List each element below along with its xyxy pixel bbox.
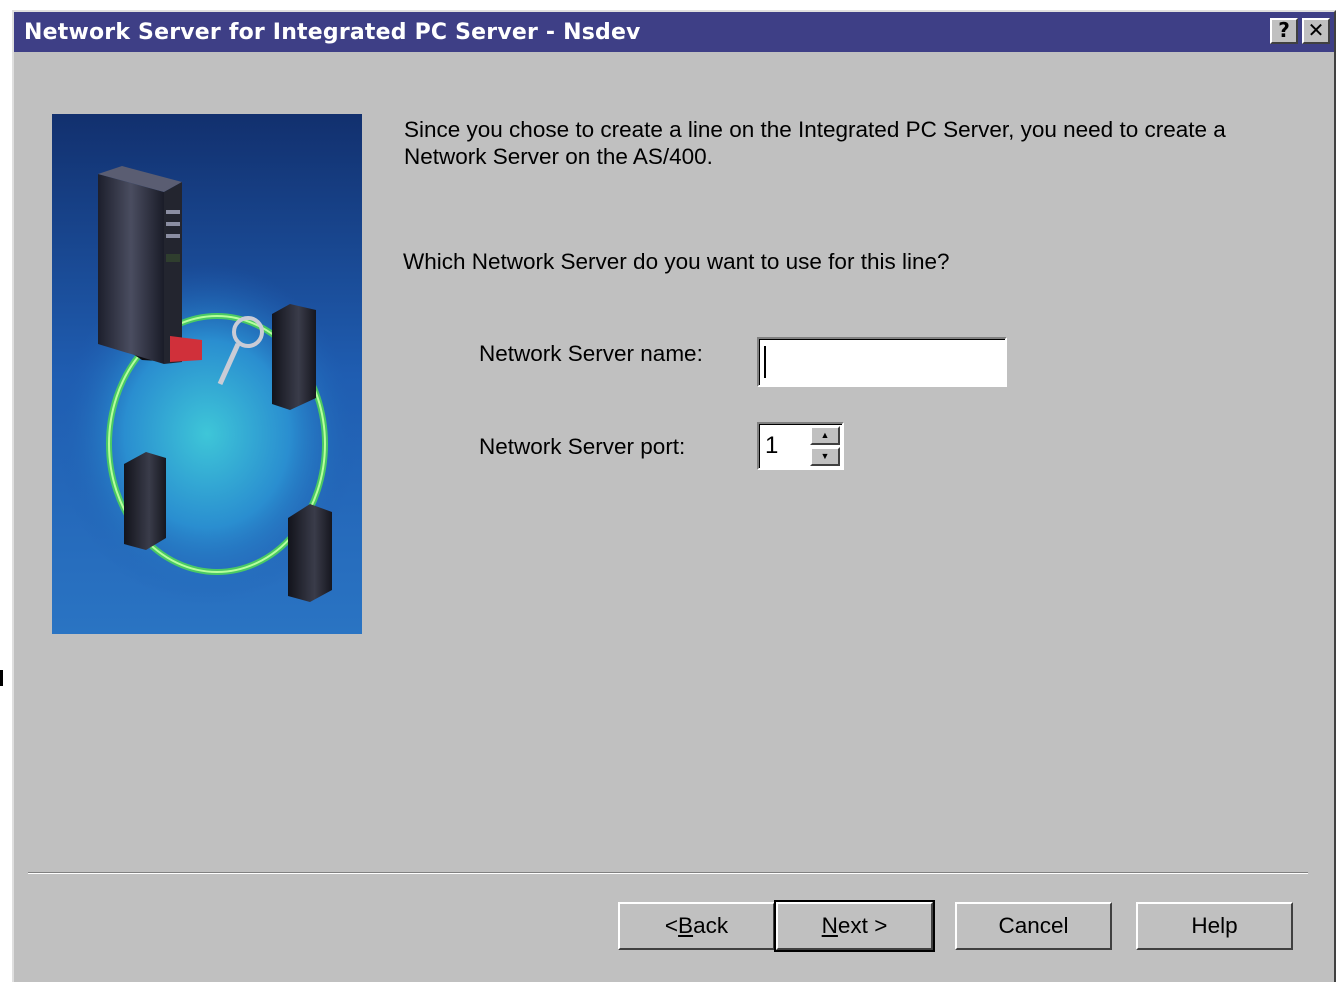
close-icon[interactable]: ✕ [1302, 18, 1330, 44]
help-question-icon[interactable]: ? [1270, 18, 1298, 44]
text-caret [764, 346, 766, 378]
intro-text: Since you chose to create a line on the … [404, 116, 1226, 170]
question-text: Which Network Server do you want to use … [403, 249, 950, 274]
spin-up-arrow-icon[interactable]: ▲ [810, 426, 840, 445]
spin-down-arrow-icon[interactable]: ▼ [810, 447, 840, 466]
next-button[interactable]: Next > [774, 900, 935, 952]
next-button-post: ext > [837, 913, 888, 938]
intro-line-2: Network Server on the AS/400. [404, 144, 713, 169]
button-separator [28, 872, 1308, 874]
network-server-port-stepper[interactable]: ▲ ▼ [757, 422, 844, 470]
next-button-mnemonic: N [821, 913, 838, 938]
title-bar: Network Server for Integrated PC Server … [14, 12, 1334, 52]
network-server-port-input[interactable] [759, 424, 807, 468]
back-button-mnemonic: B [678, 913, 694, 938]
back-button-pre: < [664, 913, 679, 938]
cancel-button[interactable]: Cancel [955, 902, 1112, 950]
back-button[interactable]: < Back [618, 902, 775, 950]
stray-mark [0, 670, 3, 686]
window-title: Network Server for Integrated PC Server … [24, 20, 641, 45]
back-button-post: ack [693, 913, 729, 938]
intro-line-1: Since you chose to create a line on the … [404, 117, 1226, 142]
network-server-illustration [52, 114, 362, 634]
network-server-name-label: Network Server name: [479, 341, 703, 366]
network-server-port-label: Network Server port: [479, 434, 686, 459]
help-button[interactable]: Help [1136, 902, 1293, 950]
network-server-name-input[interactable] [759, 339, 1005, 385]
network-server-name-field[interactable] [757, 337, 1007, 387]
